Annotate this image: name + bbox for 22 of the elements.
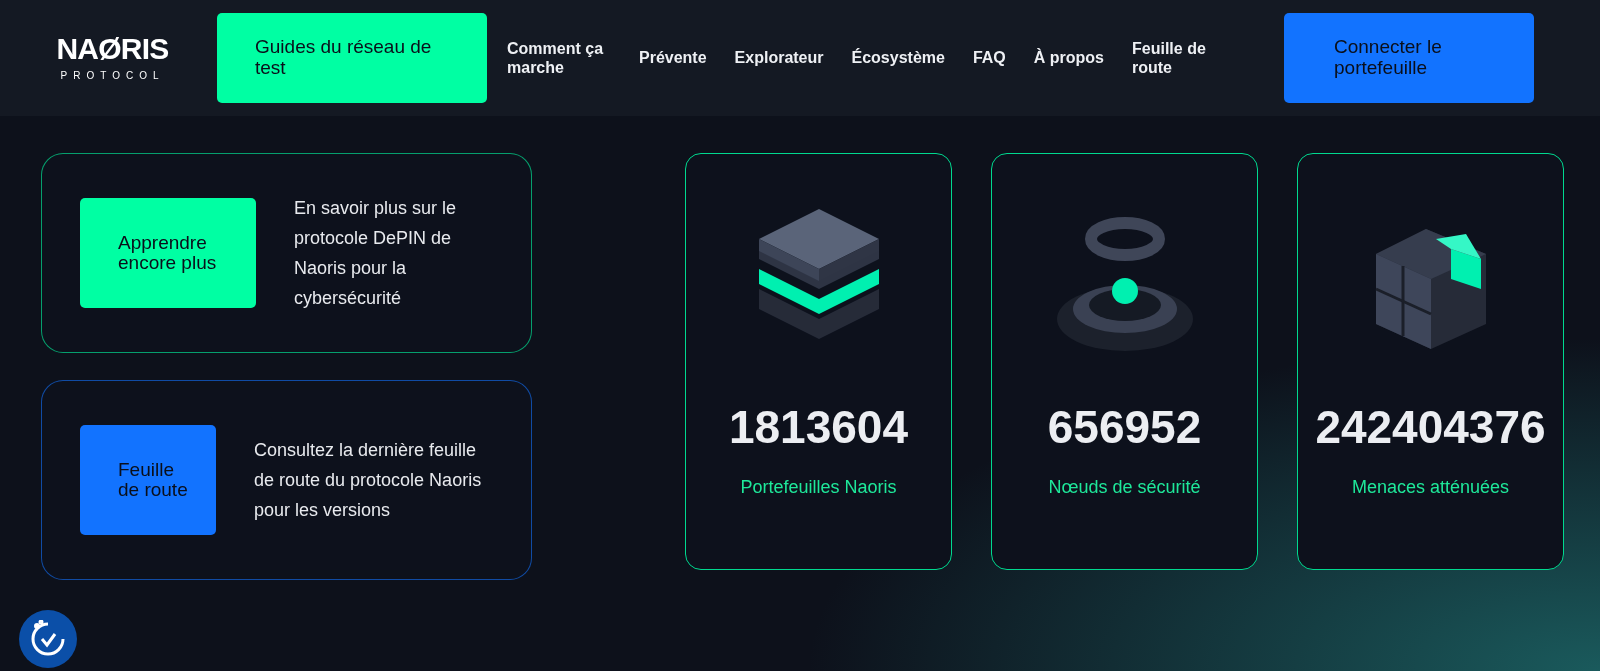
logo[interactable]: NAØRIS PROTOCOL <box>40 33 185 83</box>
nav-link[interactable]: Écosystème <box>843 48 953 68</box>
card-button[interactable]: Apprendre encore plus <box>80 198 256 308</box>
stat-label: Portefeuilles Naoris <box>740 476 897 499</box>
nav-button[interactable]: Guides du réseau de test <box>217 13 487 103</box>
card-description: Consultez la dernière feuille de route du protocole Naoris pour les versions <box>254 439 483 522</box>
stat-label: Nœuds de sécurité <box>1048 476 1201 499</box>
nav-link[interactable]: Comment ça marche <box>499 38 619 78</box>
stat-value: 1813604 <box>728 404 909 450</box>
nav-link[interactable]: À propos <box>1025 48 1112 68</box>
nav-button[interactable]: Connecter le portefeuille <box>1284 13 1534 103</box>
cookie-settings-button[interactable] <box>19 610 77 668</box>
stat-value: 656952 <box>1047 404 1202 450</box>
nav-link[interactable]: Prévente <box>631 48 715 68</box>
nav-link[interactable]: Feuille de route <box>1124 38 1244 78</box>
card-button[interactable]: Feuille de route <box>80 425 216 535</box>
stat-label: Menaces atténuées <box>1351 476 1510 499</box>
nav-link[interactable]: Explorateur <box>726 48 832 68</box>
cookie-check-icon <box>29 620 67 658</box>
card-description: En savoir plus sur le protocole DePIN de Naoris pour la cybersécurité <box>294 197 458 310</box>
stat-value: 242404376 <box>1315 404 1546 450</box>
nav-link[interactable]: FAQ <box>964 48 1014 68</box>
